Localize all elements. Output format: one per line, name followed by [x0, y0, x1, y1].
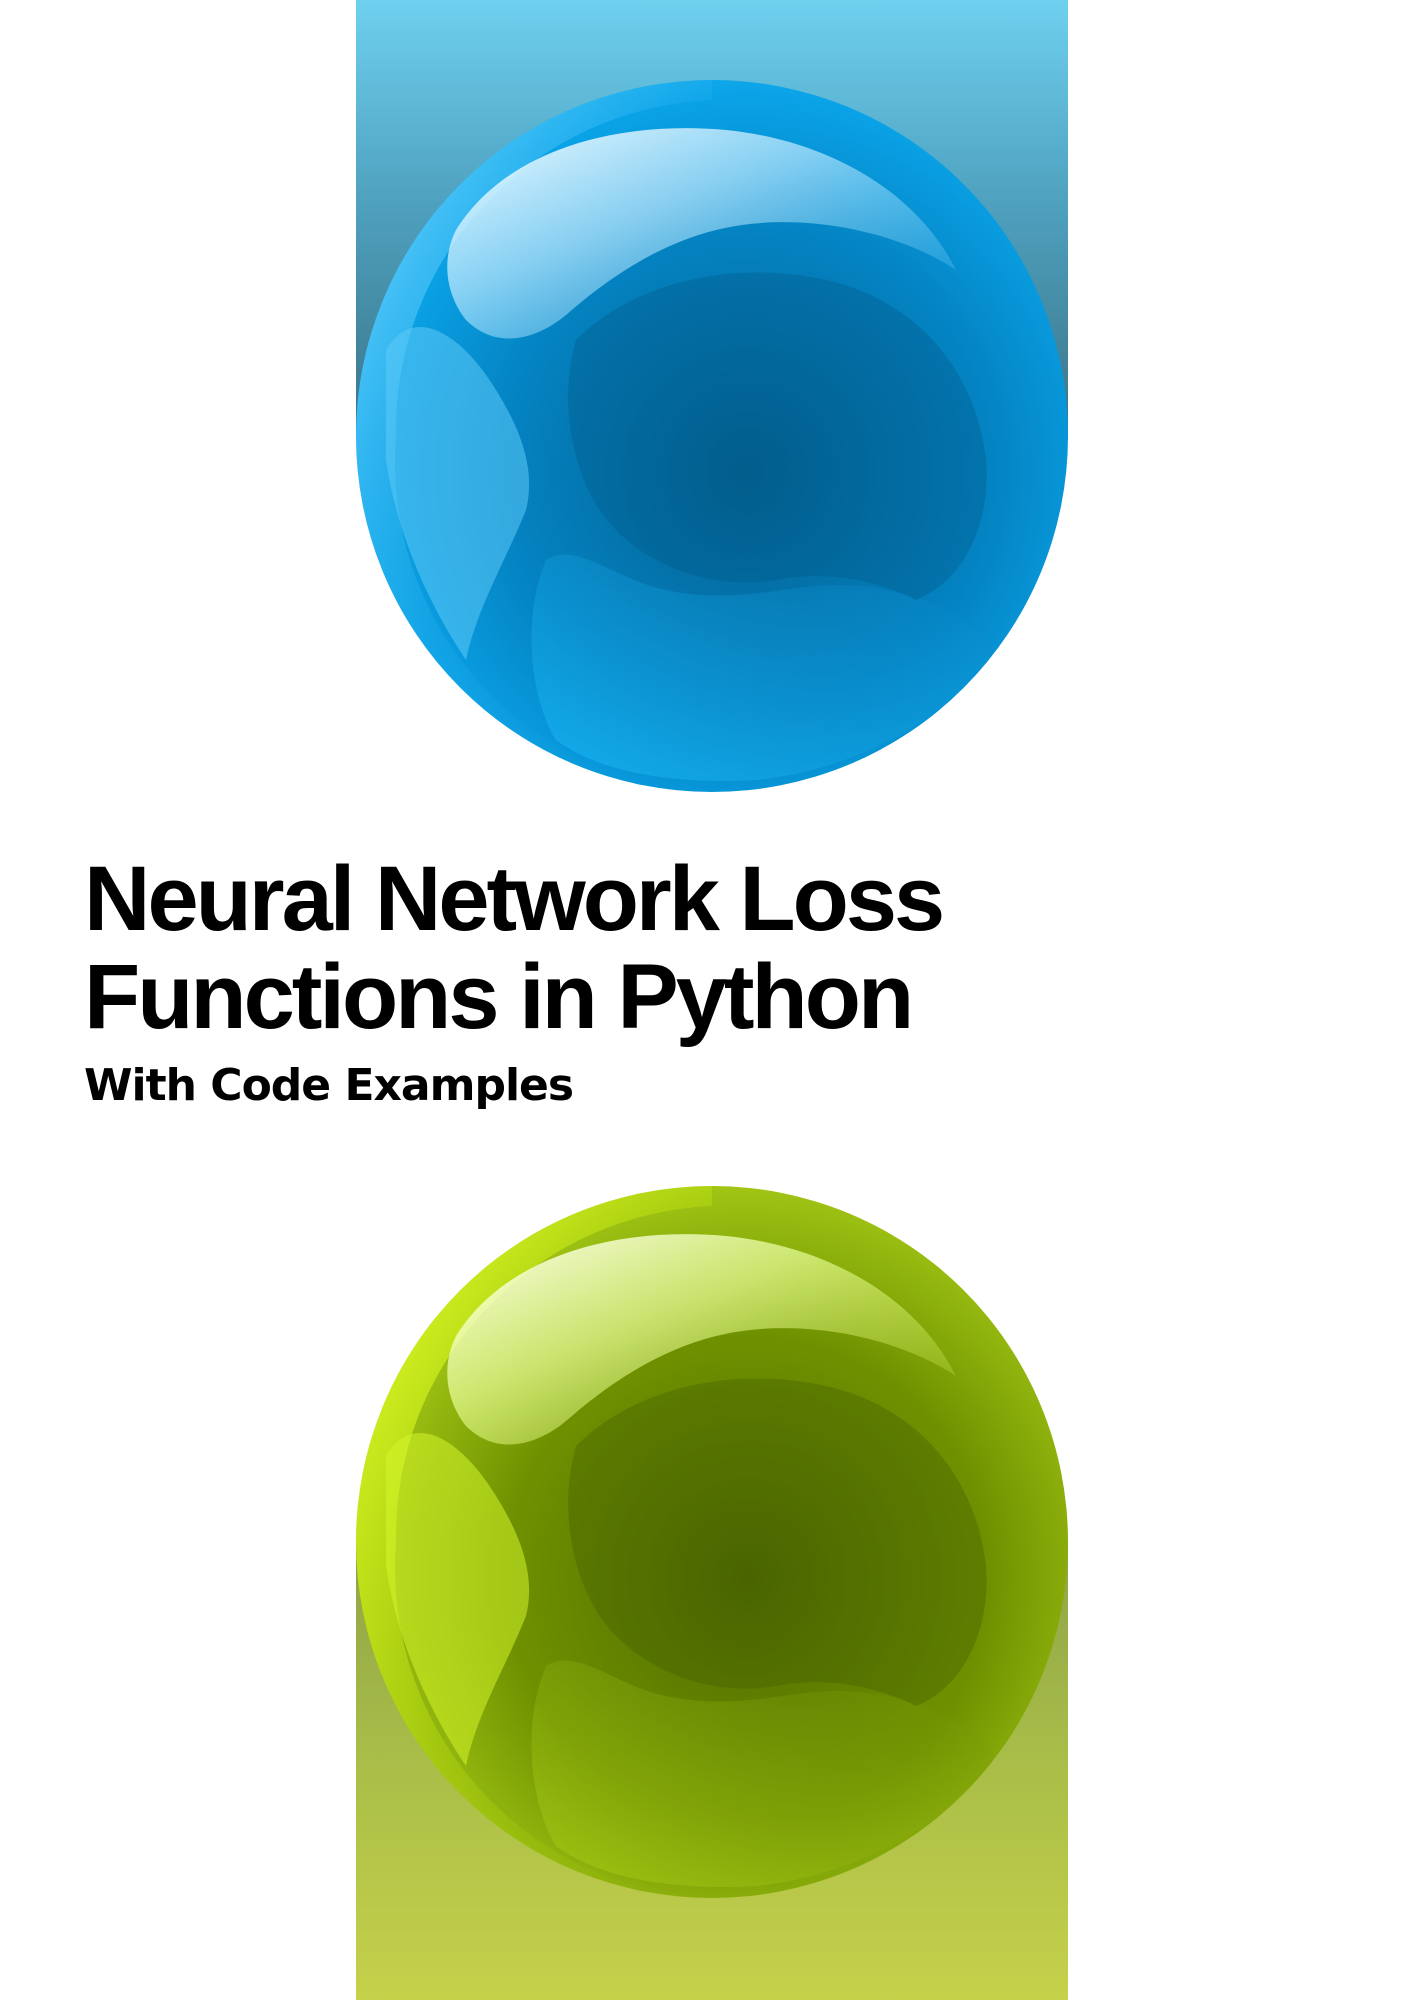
title-line-1: Neural Network Loss: [84, 848, 945, 950]
green-sphere-illustration: [356, 1186, 1068, 1898]
book-cover: Neural Network Loss Functions in Python …: [0, 0, 1414, 2000]
cover-subtitle: With Code Examples: [84, 1060, 574, 1111]
cover-title: Neural Network Loss Functions in Python: [84, 850, 1284, 1046]
title-block: Neural Network Loss Functions in Python …: [84, 850, 1284, 1112]
title-line-2: Functions in Python: [84, 946, 914, 1048]
blue-sphere-illustration: [356, 80, 1068, 792]
